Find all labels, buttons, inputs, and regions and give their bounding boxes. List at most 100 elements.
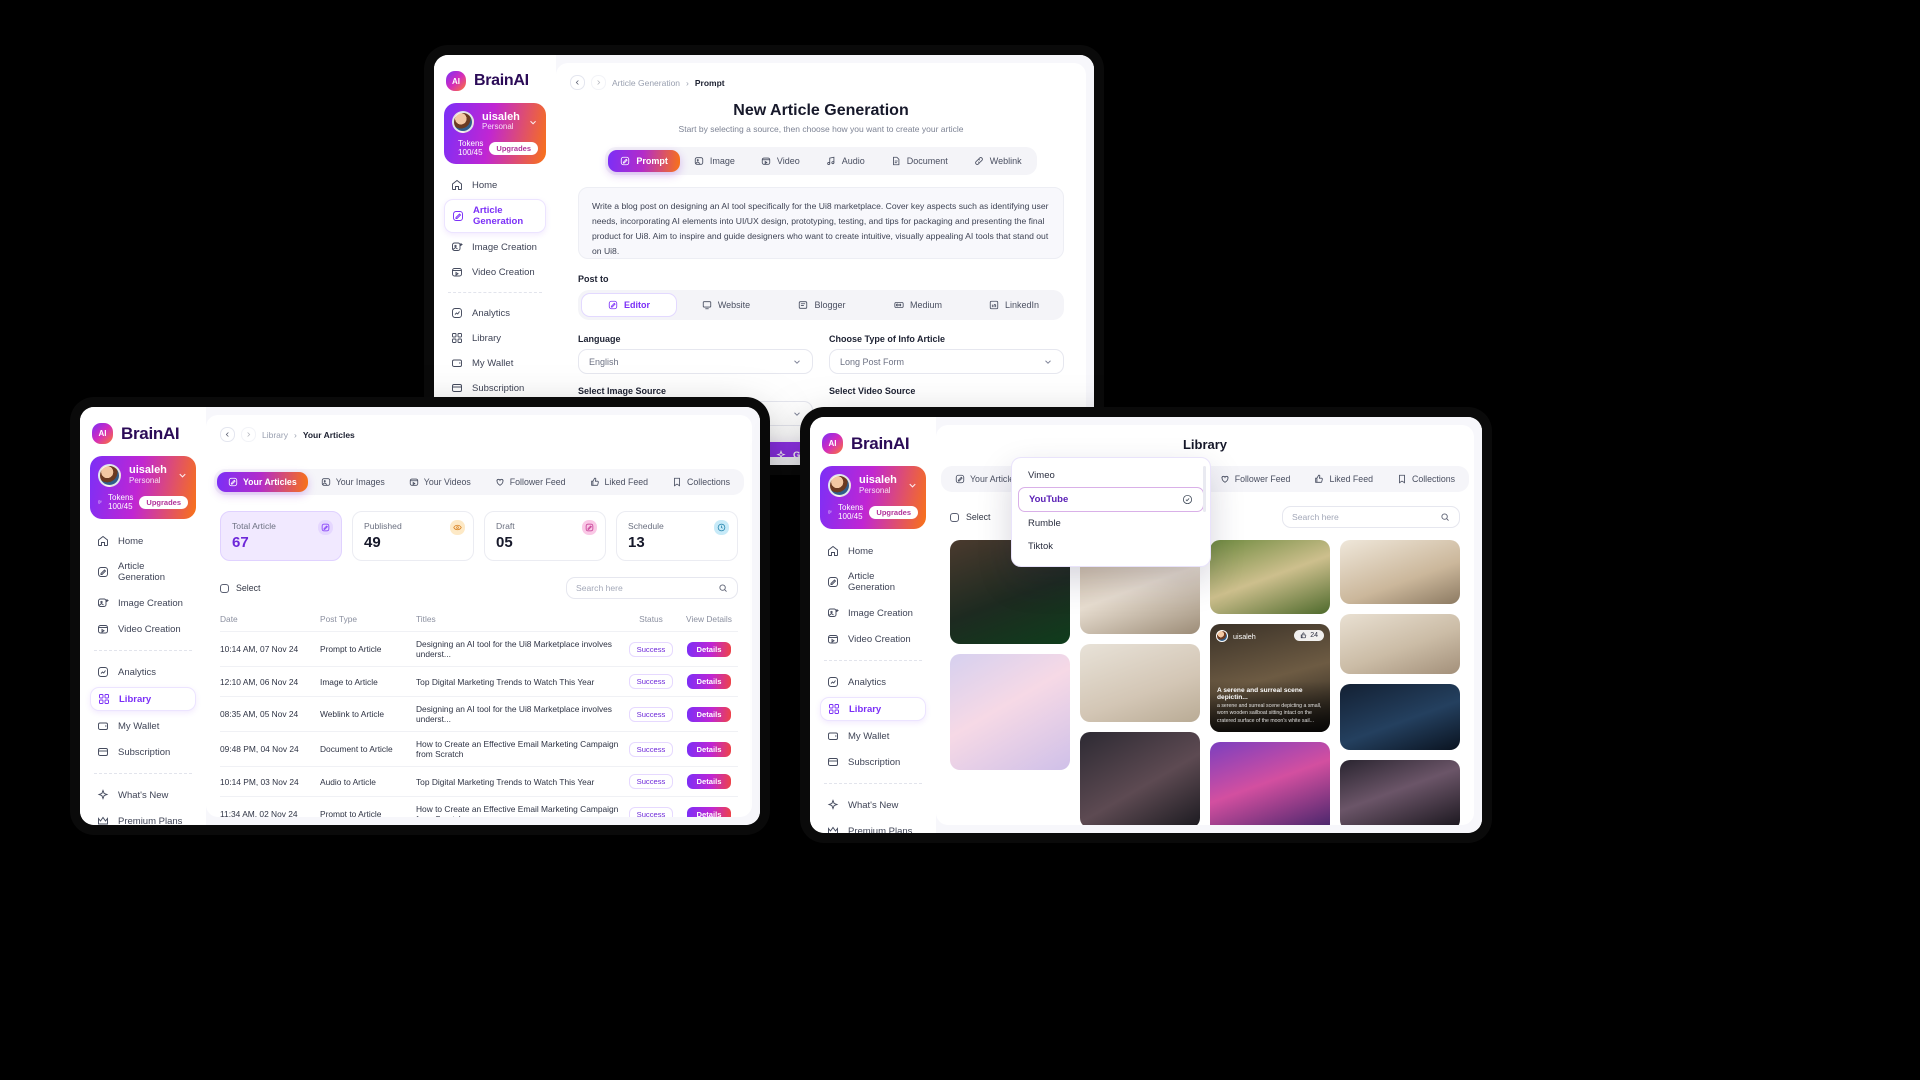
tab-your-articles[interactable]: Your Articles: [216, 472, 308, 492]
table-row[interactable]: 11:34 AM, 02 Nov 24 Prompt to Article Ho…: [220, 796, 738, 817]
sidebar-item-home[interactable]: Home: [444, 174, 546, 196]
tab-video[interactable]: Video: [749, 150, 812, 172]
sidebar-item-my-wallet[interactable]: My Wallet: [90, 715, 196, 737]
tab-audio[interactable]: Audio: [814, 150, 877, 172]
window-your-articles[interactable]: AI BrainAI uisaleh Personal Tokens 100/4…: [80, 407, 760, 825]
sidebar[interactable]: AI BrainAI uisaleh Personal Tokens 100/4…: [434, 55, 556, 465]
table-row[interactable]: 08:35 AM, 05 Nov 24 Weblink to Article D…: [220, 696, 738, 732]
tab-weblink[interactable]: Weblink: [962, 150, 1034, 172]
sidebar-item-premium-plans[interactable]: Premium Plans: [90, 810, 196, 825]
tab-document[interactable]: Document: [879, 150, 960, 172]
language-select[interactable]: English: [578, 349, 813, 374]
nav-primary[interactable]: Home Article Generation Image Creation V…: [90, 530, 196, 640]
sidebar-item-image-creation[interactable]: Image Creation: [90, 592, 196, 614]
forward-button[interactable]: [591, 75, 606, 90]
select-all-checkbox[interactable]: [220, 583, 229, 593]
sidebar-item-analytics[interactable]: Analytics: [820, 671, 926, 693]
breadcrumb-parent[interactable]: Library: [262, 430, 288, 440]
tab-collections[interactable]: Collections: [1386, 469, 1466, 489]
search-icon[interactable]: [1440, 512, 1450, 522]
details-button[interactable]: Details: [686, 706, 732, 722]
dropdown-scrollbar[interactable]: [1203, 466, 1206, 512]
back-button[interactable]: [570, 75, 585, 90]
sidebar-item-my-wallet[interactable]: My Wallet: [444, 352, 546, 374]
post-to-blogger[interactable]: Blogger: [775, 294, 869, 316]
sidebar-item-subscription[interactable]: Subscription: [820, 751, 926, 773]
tab-your-images[interactable]: Your Images: [310, 472, 396, 492]
nav-secondary[interactable]: Analytics Library My Wallet Subscription: [820, 671, 926, 773]
sidebar-item-my-wallet[interactable]: My Wallet: [820, 725, 926, 747]
nav-secondary[interactable]: Analytics Library My Wallet Subscription: [444, 302, 546, 399]
breadcrumb-parent[interactable]: Article Generation: [612, 78, 680, 88]
select-all-checkbox[interactable]: [950, 512, 959, 522]
sidebar-item-image-creation[interactable]: Image Creation: [820, 602, 926, 624]
gallery-item[interactable]: [1210, 540, 1330, 614]
tab-your-videos[interactable]: Your Videos: [398, 472, 482, 492]
window-article-generation[interactable]: AI BrainAI uisaleh Personal Tokens 100/4…: [434, 55, 1094, 465]
chevron-down-icon[interactable]: [177, 470, 188, 481]
table-row[interactable]: 10:14 AM, 07 Nov 24 Prompt to Article De…: [220, 631, 738, 667]
sidebar-item-library[interactable]: Library: [444, 327, 546, 349]
post-to-editor[interactable]: Editor: [581, 293, 677, 317]
sidebar-item-article-generation[interactable]: Article Generation: [820, 566, 926, 598]
sidebar-item-analytics[interactable]: Analytics: [90, 661, 196, 683]
user-card[interactable]: uisaleh Personal Tokens 100/45 Upgrades: [820, 466, 926, 529]
sidebar-item-premium-plans[interactable]: Premium Plans: [820, 820, 926, 833]
dropdown-option-tiktok[interactable]: Tiktok: [1018, 535, 1204, 558]
user-card[interactable]: uisaleh Personal Tokens 100/45 Upgrades: [90, 456, 196, 519]
sidebar-item-article-generation[interactable]: Article Generation: [444, 199, 546, 233]
sidebar-item-video-creation[interactable]: Video Creation: [90, 618, 196, 640]
sidebar-item-whats-new[interactable]: What's New: [90, 784, 196, 806]
sidebar-item-whats-new[interactable]: What's New: [820, 794, 926, 816]
tab-follower-feed[interactable]: Follower Feed: [484, 472, 577, 492]
info-type-select[interactable]: Long Post Form: [829, 349, 1064, 374]
details-button[interactable]: Details: [686, 741, 732, 757]
dropdown-option-rumble[interactable]: Rumble: [1018, 512, 1204, 535]
tab-liked-feed[interactable]: Liked Feed: [579, 472, 660, 492]
post-to-tabs[interactable]: Editor Website Blogger Medium LinkedIn: [578, 290, 1064, 320]
sidebar-item-video-creation[interactable]: Video Creation: [820, 628, 926, 650]
search-icon[interactable]: [718, 583, 728, 593]
table-row[interactable]: 12:10 AM, 06 Nov 24 Image to Article Top…: [220, 666, 738, 697]
gallery-item[interactable]: [1340, 614, 1460, 674]
gallery-item-featured[interactable]: uisaleh 24 A serene and surreal scene de…: [1210, 624, 1330, 732]
upgrade-button[interactable]: Upgrades: [139, 495, 188, 509]
prompt-textarea[interactable]: Write a blog post on designing an AI too…: [578, 187, 1064, 259]
gallery-item[interactable]: [1080, 732, 1200, 825]
stat-card-published[interactable]: Published 49: [352, 511, 474, 561]
nav-tertiary[interactable]: What's New Premium Plans API Access Sett…: [90, 784, 196, 825]
image-gallery[interactable]: uisaleh 24 A serene and surreal scene de…: [950, 540, 1460, 825]
details-button[interactable]: Details: [686, 774, 732, 789]
nav-secondary[interactable]: Analytics Library My Wallet Subscription: [90, 661, 196, 763]
search-input[interactable]: Search here: [1282, 506, 1460, 528]
details-button[interactable]: Details: [686, 674, 732, 689]
sidebar-item-article-generation[interactable]: Article Generation: [90, 556, 196, 588]
dropdown-option-vimeo[interactable]: Vimeo: [1018, 464, 1204, 487]
dropdown-option-youtube[interactable]: YouTube: [1018, 487, 1204, 512]
sidebar-item-library[interactable]: Library: [820, 697, 926, 721]
tab-collections[interactable]: Collections: [661, 472, 741, 492]
stat-card-draft[interactable]: Draft 05: [484, 511, 606, 561]
table-row[interactable]: 10:14 PM, 03 Nov 24 Audio to Article Top…: [220, 766, 738, 797]
breadcrumb[interactable]: Article Generation › Prompt: [570, 75, 1072, 90]
gallery-item[interactable]: [1210, 742, 1330, 825]
tab-follower-feed[interactable]: Follower Feed: [1209, 469, 1302, 489]
back-button[interactable]: [220, 427, 235, 442]
tab-liked-feed[interactable]: Liked Feed: [1303, 469, 1384, 489]
stat-card-total-article[interactable]: Total Article 67: [220, 511, 342, 561]
nav-primary[interactable]: Home Article Generation Image Creation V…: [444, 174, 546, 283]
sidebar-item-home[interactable]: Home: [90, 530, 196, 552]
source-tabs[interactable]: Prompt Image Video Audio Document Weblin…: [605, 147, 1037, 175]
tab-image[interactable]: Image: [682, 150, 747, 172]
post-to-linkedin[interactable]: LinkedIn: [967, 294, 1061, 316]
table-row[interactable]: 09:48 PM, 04 Nov 24 Document to Article …: [220, 731, 738, 767]
forward-button[interactable]: [241, 427, 256, 442]
user-card[interactable]: uisaleh Personal Tokens 100/45 Upgrades: [444, 103, 546, 164]
details-button[interactable]: Details: [686, 806, 732, 817]
details-button[interactable]: Details: [686, 641, 732, 657]
like-badge[interactable]: 24: [1294, 630, 1324, 641]
chevron-down-icon[interactable]: [528, 117, 538, 128]
nav-primary[interactable]: Home Article Generation Image Creation V…: [820, 540, 926, 650]
library-tabs[interactable]: Your Articles Your Images Your Videos Fo…: [213, 469, 745, 495]
tab-prompt[interactable]: Prompt: [608, 150, 680, 172]
